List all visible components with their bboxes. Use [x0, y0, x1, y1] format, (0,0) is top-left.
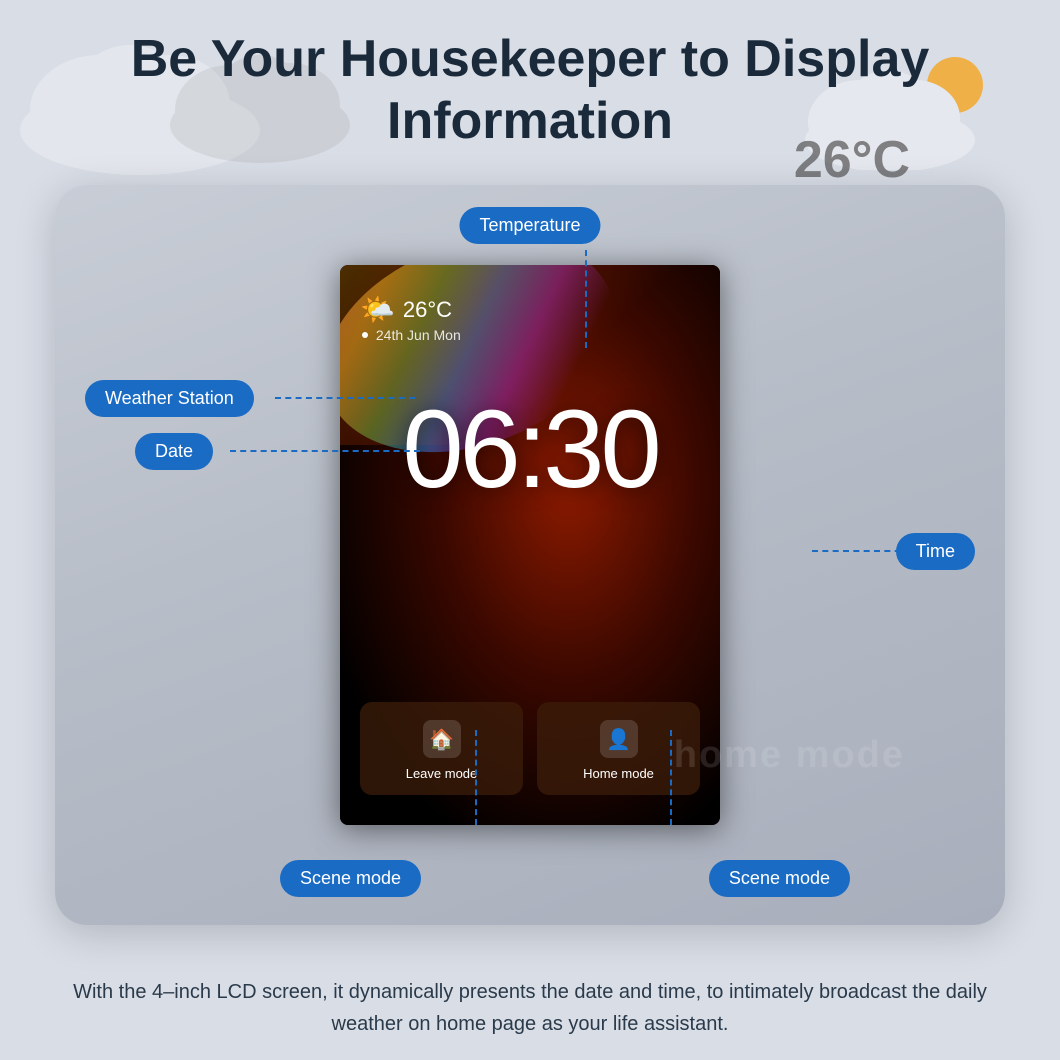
date-dot-icon: [362, 332, 368, 338]
annotation-temperature: Temperature: [459, 207, 600, 244]
home-mode-icon: 👤: [600, 720, 638, 758]
page-title: Be Your Housekeeper to Display Informati…: [0, 28, 1060, 153]
description-text: With the 4–inch LCD screen, it dynamical…: [55, 976, 1005, 1040]
leave-mode-button[interactable]: 🏠 Leave mode: [360, 702, 523, 795]
home-mode-label: Home mode: [583, 766, 654, 781]
line-date: [230, 450, 420, 452]
annotation-date: Date: [135, 433, 213, 470]
leave-mode-icon: 🏠: [423, 720, 461, 758]
annotation-weather-station: Weather Station: [85, 380, 254, 417]
screen-date: 24th Jun Mon: [362, 327, 461, 343]
device-screen: 🌤️ 26°C 24th Jun Mon 06:30 🏠 Leave mode …: [340, 265, 720, 825]
device-card: 🌤️ 26°C 24th Jun Mon 06:30 🏠 Leave mode …: [55, 185, 1005, 925]
screen-weather-info: 🌤️ 26°C: [360, 293, 452, 326]
annotation-scene-mode-1: Scene mode: [280, 860, 421, 897]
screen-temperature: 26°C: [403, 297, 452, 323]
line-temperature: [585, 250, 587, 348]
leave-mode-label: Leave mode: [406, 766, 478, 781]
weather-condition-icon: 🌤️: [360, 293, 395, 326]
annotation-scene-mode-2: Scene mode: [709, 860, 850, 897]
line-weather-station: [275, 397, 415, 399]
line-scene-2: [670, 730, 672, 825]
annotation-time: Time: [896, 533, 975, 570]
line-scene-1: [475, 730, 477, 825]
home-mode-button[interactable]: 👤 Home mode: [537, 702, 700, 795]
screen-scene-buttons: 🏠 Leave mode 👤 Home mode: [360, 702, 700, 795]
